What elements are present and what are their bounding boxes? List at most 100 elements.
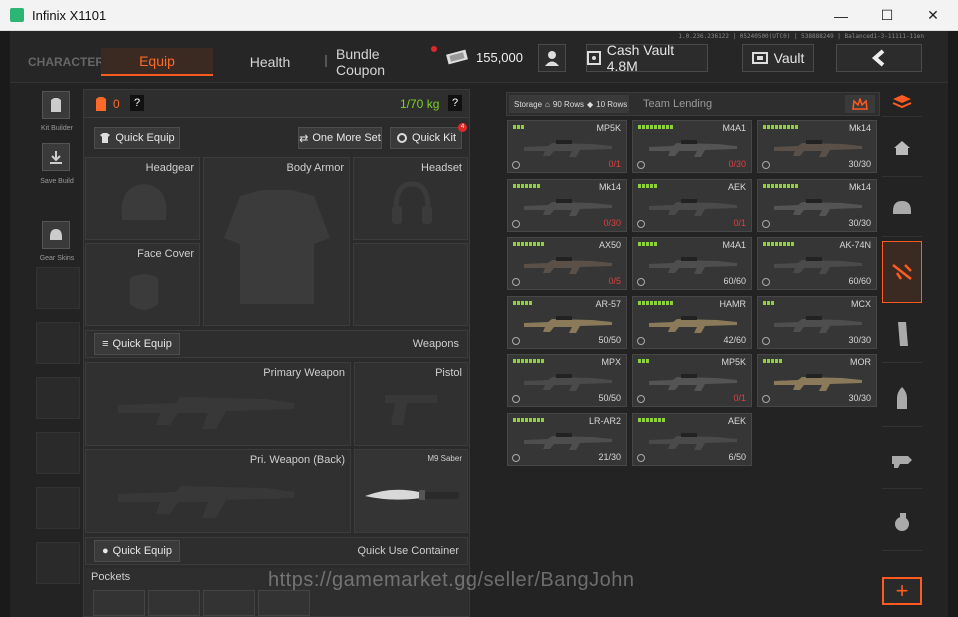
pocket-slot[interactable] <box>203 590 255 616</box>
weapon-card[interactable]: MP5K 0/1 <box>507 120 627 173</box>
pocket-slot[interactable] <box>148 590 200 616</box>
pocket-slot[interactable] <box>93 590 145 616</box>
mod-badge-icon <box>512 453 520 462</box>
loadout-panel: 0 ? 1/70 kg ? Quick Equip ⇄ One More Set… <box>83 89 470 617</box>
quick-equip-label: Quick Equip <box>112 338 172 350</box>
tab-health[interactable]: Health <box>235 48 305 76</box>
gear-skins-button[interactable] <box>42 221 70 249</box>
weapon-card[interactable]: MP5K 0/1 <box>632 354 752 407</box>
storage-rows-a: 90 Rows <box>552 99 584 109</box>
weight-value: 1/70 kg <box>400 97 440 111</box>
cash-vault-button[interactable]: Cash Vault 4.8M <box>586 42 708 74</box>
weapon-card[interactable]: M4A1 0/30 <box>632 120 752 173</box>
weapon-ammo: 42/60 <box>723 335 746 345</box>
back-button[interactable] <box>836 44 922 72</box>
weapon-image-icon <box>524 198 612 216</box>
minimize-button[interactable]: — <box>818 0 864 31</box>
koens-balance[interactable]: 155,000 <box>446 49 523 65</box>
weapon-ammo: 30/30 <box>848 335 871 345</box>
quick-equip-weapons-button[interactable]: ≡ Quick Equip <box>94 333 180 355</box>
maximize-button[interactable]: ☐ <box>864 0 910 31</box>
window-titlebar: Infinix X1101 — ☐ ✕ <box>0 0 958 31</box>
gear-skins-label: Gear Skins <box>39 255 75 262</box>
weapon-image-icon <box>524 432 612 450</box>
tab-bundle-coupon[interactable]: Bundle Coupon <box>336 46 428 78</box>
mod-badge-icon <box>637 278 645 286</box>
tab-equip[interactable]: Equip <box>101 48 213 76</box>
headgear-slot[interactable]: Headgear <box>85 157 200 240</box>
melee-slot[interactable]: M9 Saber <box>354 449 468 533</box>
rifle-silhouette-icon <box>118 486 294 518</box>
primary-weapon-back-label: Pri. Weapon (Back) <box>249 454 345 466</box>
weapon-card[interactable]: M4A1 60/60 <box>632 237 752 290</box>
all-items-category[interactable] <box>882 87 922 117</box>
primary-weapon-back-slot[interactable]: Pri. Weapon (Back) <box>85 449 351 533</box>
tab-character[interactable]: CHARACTER <box>28 48 104 76</box>
weapon-card[interactable]: AX50 0/5 <box>507 237 627 290</box>
left-slot[interactable] <box>36 322 80 364</box>
weapon-card[interactable]: AEK 0/1 <box>632 178 752 232</box>
left-slot[interactable] <box>36 267 80 309</box>
save-build-label: Save Build <box>40 178 74 185</box>
ammo-current: 30 <box>848 217 859 228</box>
durability-bars <box>513 300 532 306</box>
team-lending-tab[interactable]: Team Lending <box>643 98 712 110</box>
weapon-name: Mk14 <box>848 181 871 192</box>
weapon-name: AEK <box>727 181 746 192</box>
weapon-card[interactable]: Mk14 30/30 <box>757 120 877 173</box>
ammo-current: 42 <box>723 334 734 345</box>
weapon-card[interactable]: LR-AR2 21/30 <box>507 412 627 466</box>
headset-slot[interactable]: Headset <box>353 157 468 240</box>
mod-badge-icon <box>637 453 645 462</box>
weapon-card[interactable]: MPX 50/50 <box>507 354 627 407</box>
weapon-card[interactable]: Mk14 0/30 <box>507 178 627 232</box>
swap-icon: ⇄ <box>299 132 309 145</box>
ammo-capacity: /50 <box>608 334 621 345</box>
save-build-button[interactable] <box>42 143 70 171</box>
sort-button[interactable] <box>845 95 875 113</box>
one-more-set-button[interactable]: ⇄ One More Set <box>298 127 382 149</box>
left-slot[interactable] <box>36 487 80 529</box>
quick-equip-gear-button[interactable]: Quick Equip <box>94 127 180 149</box>
gear-category[interactable] <box>882 179 922 237</box>
consumable-category[interactable] <box>882 493 922 551</box>
agent-button[interactable] <box>538 44 566 72</box>
vault-button[interactable]: Vault <box>742 44 814 72</box>
ammo-capacity: /60 <box>733 334 746 345</box>
ammo-category[interactable] <box>882 369 922 427</box>
quick-equip-quickuse-button[interactable]: ● Quick Equip <box>94 540 180 562</box>
magazine-category[interactable] <box>882 305 922 363</box>
weapon-name: HAMR <box>719 298 747 309</box>
pocket-slot[interactable] <box>258 590 310 616</box>
left-slot[interactable] <box>36 542 80 584</box>
weapons-category[interactable] <box>882 241 922 303</box>
pistol-slot[interactable]: Pistol <box>354 362 468 446</box>
weapon-card[interactable]: AEK 6/50 <box>632 412 752 466</box>
weapon-card[interactable]: MOR 30/30 <box>757 354 877 407</box>
left-slot[interactable] <box>36 432 80 474</box>
close-button[interactable]: ✕ <box>910 0 956 31</box>
home-category[interactable] <box>882 119 922 177</box>
left-slot[interactable] <box>36 377 80 419</box>
weapon-image-icon <box>774 140 862 157</box>
weapon-card[interactable]: MCX 30/30 <box>757 295 877 349</box>
primary-weapon-slot[interactable]: Primary Weapon <box>85 362 351 446</box>
weapon-card[interactable]: AR-57 50/50 <box>507 295 627 349</box>
game-viewport: 1.0.236.236122 | 05240500(UTC0) | 538888… <box>10 31 948 617</box>
weight-help[interactable]: ? <box>448 95 462 111</box>
weapon-card[interactable]: AK-74N 60/60 <box>757 237 877 290</box>
armor-help[interactable]: ? <box>130 95 144 111</box>
storage-tab[interactable]: Storage ⌂ 90 Rows ◆ 10 Rows <box>509 95 629 113</box>
weapon-card[interactable]: Mk14 30/30 <box>757 178 877 232</box>
weapon-card[interactable]: HAMR 42/60 <box>632 295 752 349</box>
ammo-current: 50 <box>598 393 609 403</box>
quick-kit-button[interactable]: Quick Kit <box>390 127 462 149</box>
face-cover-slot[interactable]: Face Cover <box>85 243 200 326</box>
rifle-category-icon <box>892 264 912 280</box>
empty-gear-slot[interactable] <box>353 243 468 326</box>
kit-builder-button[interactable] <box>42 91 70 119</box>
body-armor-slot[interactable]: Body Armor <box>203 157 350 326</box>
weapon-image-icon <box>649 140 737 157</box>
add-button[interactable]: + <box>882 577 922 605</box>
attachment-category[interactable] <box>882 431 922 489</box>
